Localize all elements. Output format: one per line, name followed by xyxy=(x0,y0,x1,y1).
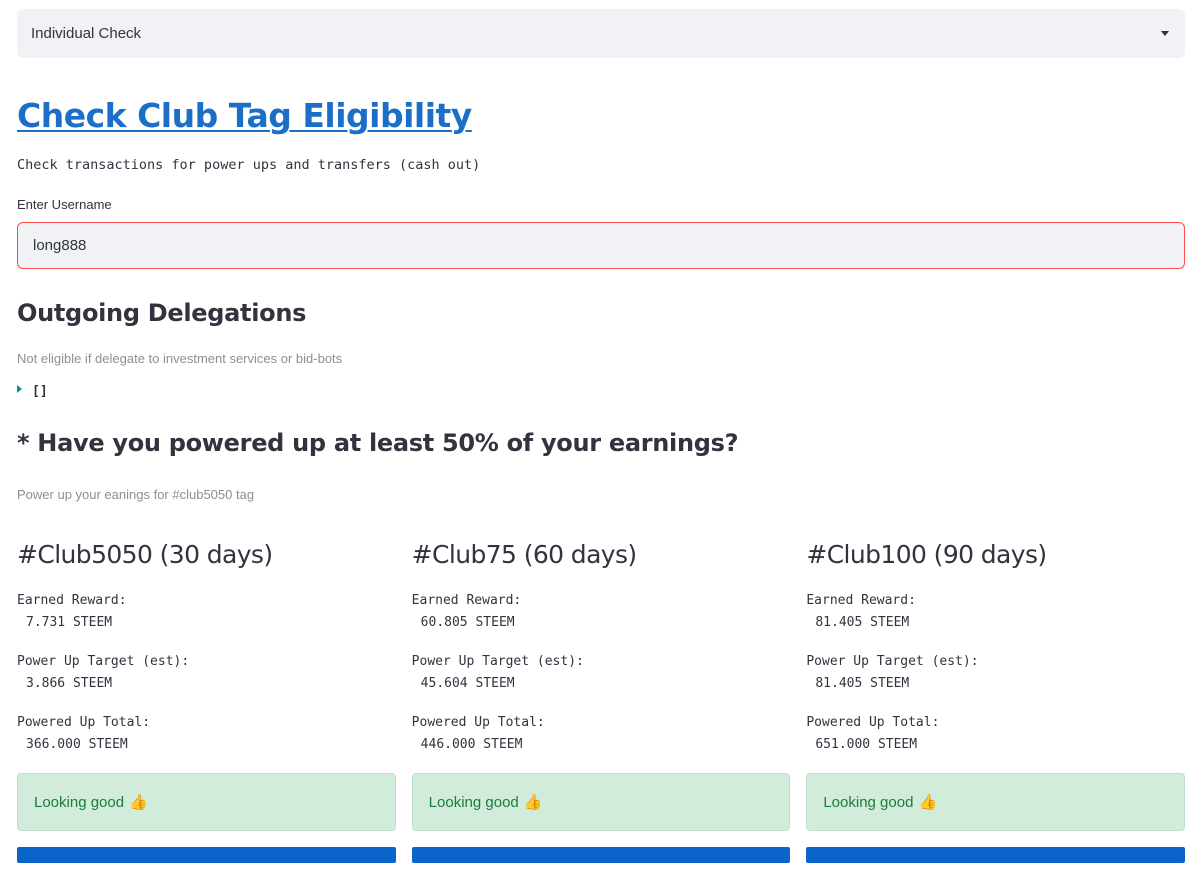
powerup-caption: Power up your eanings for #club5050 tag xyxy=(17,487,255,502)
earned-reward: Earned Reward: 7.731 STEEM xyxy=(17,590,396,634)
powerup-heading: * Have you powered up at least 50% of yo… xyxy=(17,429,739,457)
powered-up-total-label: Powered Up Total: xyxy=(806,715,940,730)
page-title: Check Club Tag Eligibility xyxy=(17,96,1185,136)
club-columns: #Club5050 (30 days) Earned Reward: 7.731… xyxy=(17,540,1186,863)
powered-up-total-label: Powered Up Total: xyxy=(17,715,151,730)
club-column: #Club75 (60 days) Earned Reward: 60.805 … xyxy=(411,540,791,863)
power-up-target: Power Up Target (est): 3.866 STEEM xyxy=(17,651,396,695)
delegations-json-value: [] xyxy=(32,384,48,399)
powered-up-total-value: 651.000 STEEM xyxy=(815,737,918,752)
earned-reward: Earned Reward: 60.805 STEEM xyxy=(412,590,791,634)
main-container: Individual Check Check Club Tag Eligibil… xyxy=(17,9,1186,863)
power-up-target-label: Power Up Target (est): xyxy=(411,654,584,669)
page-description: Check transactions for power ups and tra… xyxy=(17,157,481,173)
success-alert-text: Looking good xyxy=(34,793,125,811)
powered-up-total: Powered Up Total: 446.000 STEEM xyxy=(412,712,791,756)
power-up-target: Power Up Target (est): 81.405 STEEM xyxy=(806,651,1185,695)
chevron-down-icon xyxy=(1161,31,1169,36)
powered-up-total: Powered Up Total: 366.000 STEEM xyxy=(17,712,396,756)
page-title-link[interactable]: Check Club Tag Eligibility xyxy=(17,96,472,135)
power-up-target-value: 3.866 STEEM xyxy=(26,676,113,691)
power-up-target-value: 81.405 STEEM xyxy=(815,676,910,691)
powered-up-total-value: 366.000 STEEM xyxy=(26,737,128,752)
delegations-json[interactable]: [] xyxy=(17,384,1185,399)
earned-reward-value: 81.405 STEEM xyxy=(815,615,910,630)
earned-reward: Earned Reward: 81.405 STEEM xyxy=(806,590,1185,634)
earned-reward-label: Earned Reward: xyxy=(17,593,127,608)
mode-select-value: Individual Check xyxy=(31,25,142,42)
success-alert: Looking good 👍 xyxy=(17,773,396,831)
earned-reward-value: 7.731 STEEM xyxy=(26,615,113,630)
club-column: #Club5050 (30 days) Earned Reward: 7.731… xyxy=(17,540,396,863)
power-up-target-label: Power Up Target (est): xyxy=(17,654,190,669)
power-up-target-label: Power Up Target (est): xyxy=(806,654,979,669)
powered-up-total-value: 446.000 STEEM xyxy=(420,737,523,752)
progress-bar xyxy=(17,847,396,863)
success-alert: Looking good 👍 xyxy=(806,773,1186,831)
club-title: #Club75 (60 days) xyxy=(411,540,638,569)
thumbs-up-icon: 👍 xyxy=(129,794,148,811)
progress-bar xyxy=(806,847,1186,863)
delegations-heading: Outgoing Delegations xyxy=(17,299,307,327)
powered-up-total-label: Powered Up Total: xyxy=(411,715,545,730)
delegations-caption: Not eligible if delegate to investment s… xyxy=(17,351,343,366)
username-input[interactable]: long888 xyxy=(17,222,1185,269)
thumbs-up-icon: 👍 xyxy=(918,794,938,811)
username-input-value: long888 xyxy=(33,237,87,254)
success-alert-text: Looking good xyxy=(823,793,914,811)
earned-reward-value: 60.805 STEEM xyxy=(420,615,515,630)
success-alert: Looking good 👍 xyxy=(411,773,791,831)
expand-arrow-icon[interactable] xyxy=(17,384,22,393)
power-up-target: Power Up Target (est): 45.604 STEEM xyxy=(412,651,791,695)
mode-select[interactable]: Individual Check xyxy=(17,9,1185,58)
club-column: #Club100 (90 days) Earned Reward: 81.405… xyxy=(806,540,1186,863)
earned-reward-label: Earned Reward: xyxy=(806,593,916,608)
progress-bar xyxy=(411,847,791,863)
club-title: #Club100 (90 days) xyxy=(806,540,1047,569)
powered-up-total: Powered Up Total: 651.000 STEEM xyxy=(806,712,1185,756)
power-up-target-value: 45.604 STEEM xyxy=(420,676,515,691)
username-label: Enter Username xyxy=(17,197,112,212)
club-title: #Club5050 (30 days) xyxy=(17,540,273,569)
earned-reward-label: Earned Reward: xyxy=(411,593,522,608)
thumbs-up-icon: 👍 xyxy=(523,794,543,811)
success-alert-text: Looking good xyxy=(428,793,519,811)
